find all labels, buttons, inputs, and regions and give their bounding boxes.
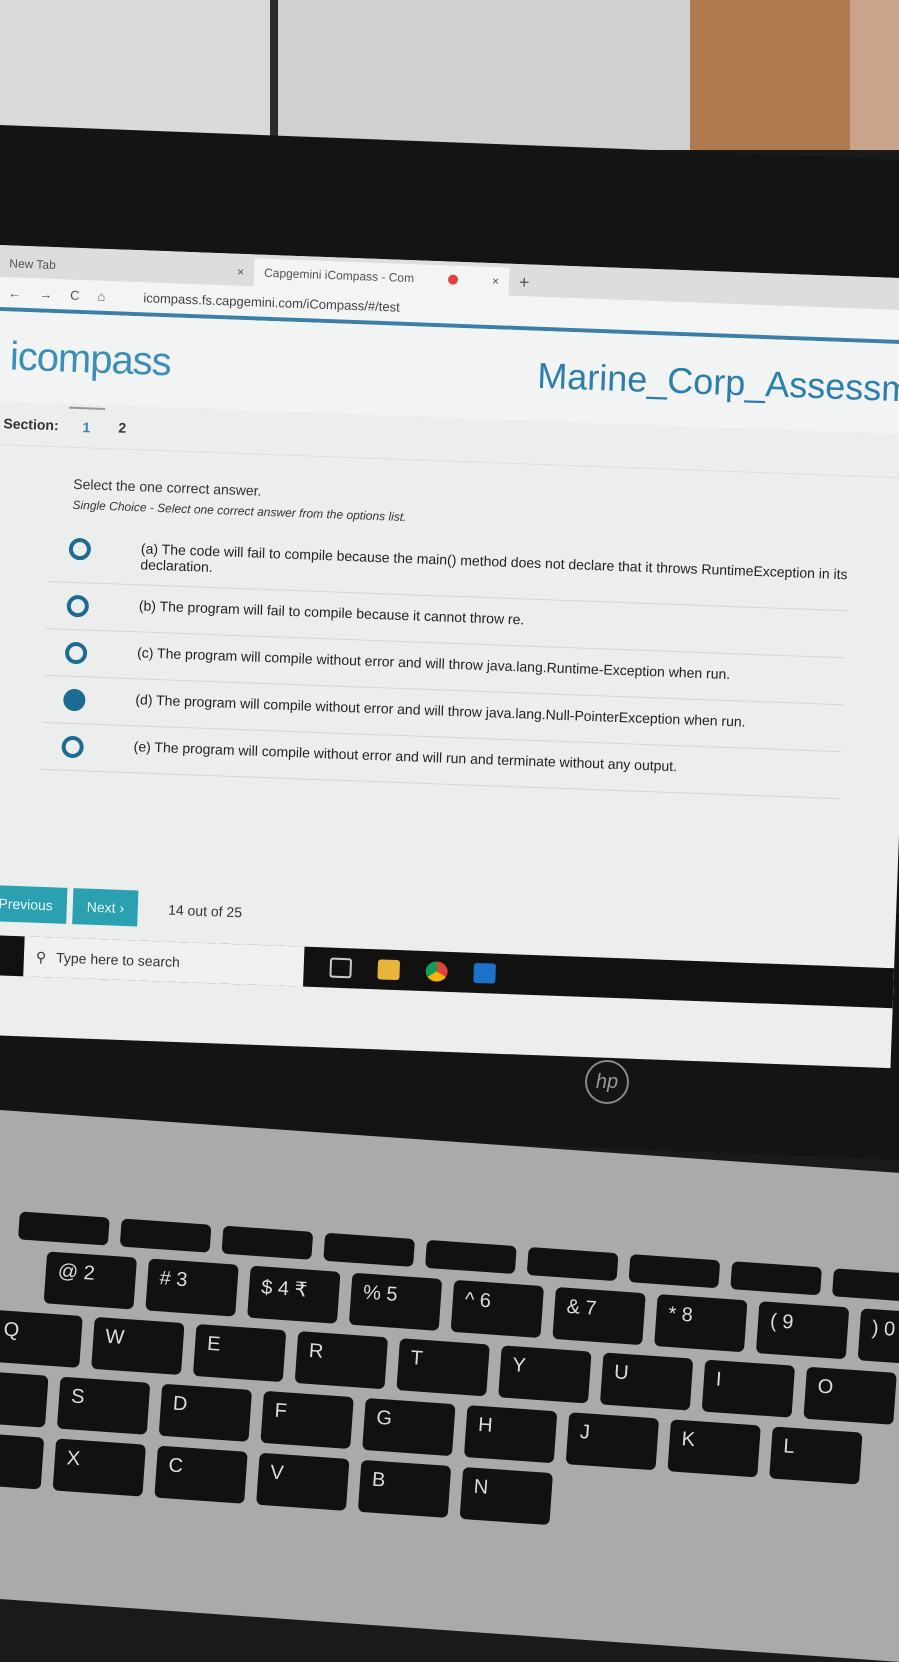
forward-icon[interactable]: → [39, 286, 53, 301]
keyboard-key[interactable]: H [463, 1405, 558, 1464]
keyboard-key[interactable]: G [362, 1397, 456, 1457]
key-f2[interactable] [119, 1218, 212, 1253]
keyboard-key[interactable]: ^ 6 [450, 1279, 545, 1339]
room-background [0, 0, 899, 150]
question-navigation: ‹ Previous Next › 14 out of 25 [0, 884, 243, 931]
close-icon[interactable]: × [237, 265, 245, 279]
tab-title: Capgemini iCompass - Com [263, 265, 415, 286]
question-progress: 14 out of 25 [167, 901, 243, 921]
keyboard-key[interactable]: C [154, 1445, 248, 1504]
keyboard-key[interactable]: T [396, 1338, 490, 1397]
radio-button[interactable] [66, 594, 90, 618]
windows-taskbar: ⚲ Type here to search [0, 934, 895, 1009]
home-icon[interactable]: ⌂ [97, 288, 105, 303]
keyboard-key[interactable]: N [459, 1466, 553, 1526]
keyboard-key[interactable]: Q [0, 1309, 83, 1368]
taskbar-search[interactable]: ⚲ Type here to search [23, 936, 305, 987]
section-tab-1[interactable]: 1 [67, 406, 106, 446]
key-f5[interactable] [425, 1239, 517, 1275]
keyboard-key[interactable]: E [192, 1323, 287, 1383]
keyboard-key[interactable]: O [803, 1366, 897, 1425]
url-field[interactable]: icompass.fs.capgemini.com/iCompass/#/tes… [143, 290, 400, 314]
key-f1[interactable] [17, 1211, 110, 1246]
section-label: Section: [3, 414, 59, 433]
section-tab-2[interactable]: 2 [104, 408, 141, 445]
keyboard-key[interactable]: D [158, 1383, 253, 1442]
keyboard-key[interactable]: % 5 [348, 1272, 443, 1331]
search-icon: ⚲ [35, 948, 47, 965]
search-placeholder: Type here to search [55, 949, 181, 971]
keyboard-key[interactable]: K [667, 1419, 761, 1478]
option-text: (e) The program will compile without err… [133, 738, 678, 775]
tab-title: New Tab [9, 256, 57, 273]
radio-button[interactable] [64, 641, 88, 665]
keyboard-key[interactable]: W [91, 1316, 185, 1376]
keyboard-key[interactable]: ) 0 [857, 1308, 899, 1367]
back-icon[interactable]: ← [8, 285, 22, 300]
key-f9[interactable] [832, 1268, 899, 1303]
keyboard-key[interactable]: Z [0, 1431, 45, 1490]
keyboard-key[interactable]: V [256, 1452, 350, 1511]
task-view-icon[interactable] [329, 957, 353, 979]
key-f6[interactable] [526, 1246, 619, 1282]
keyboard-key[interactable]: A [0, 1369, 49, 1428]
new-tab-button[interactable]: + [508, 268, 540, 297]
keyboard-key[interactable]: U [599, 1352, 694, 1411]
radio-button[interactable] [61, 735, 85, 759]
keyboard-key[interactable]: $ 4 ₹ [247, 1265, 341, 1324]
keyboard-key[interactable]: J [565, 1412, 660, 1471]
hp-logo: hp [585, 1060, 629, 1104]
radio-button-selected[interactable] [62, 688, 86, 712]
recording-icon [447, 274, 459, 285]
options-list: (a) The code will fail to compile becaus… [40, 525, 850, 800]
keyboard-key[interactable]: & 7 [552, 1286, 646, 1346]
page-title: Marine_Corp_Assessment [536, 354, 899, 412]
reload-icon[interactable]: C [70, 287, 80, 302]
keyboard-key[interactable]: F [260, 1390, 354, 1450]
keyboard-key[interactable]: ( 9 [755, 1301, 850, 1360]
keyboard-key[interactable]: # 3 [145, 1258, 239, 1317]
keyboard-key[interactable]: B [357, 1459, 452, 1518]
keyboard-key[interactable]: I [701, 1359, 796, 1418]
key-f7[interactable] [628, 1254, 721, 1289]
key-f8[interactable] [730, 1261, 822, 1296]
keyboard-key[interactable]: R [294, 1331, 389, 1390]
key-f4[interactable] [323, 1232, 415, 1267]
keyboard-key[interactable]: * 8 [654, 1294, 748, 1353]
file-explorer-icon[interactable] [377, 959, 401, 981]
keyboard-key[interactable]: Y [498, 1345, 592, 1404]
next-button[interactable]: Next › [72, 888, 139, 927]
keyboard-key[interactable]: @ 2 [43, 1251, 138, 1310]
outlook-icon[interactable] [473, 962, 496, 984]
close-icon[interactable]: × [492, 274, 500, 288]
option-text: (b) The program will fail to compile bec… [138, 597, 525, 628]
key-f3[interactable] [221, 1225, 314, 1260]
keyboard-key[interactable]: S [56, 1376, 151, 1435]
laptop-screen: New Tab × Capgemini iCompass - Com × + ←… [0, 245, 899, 1069]
option-text: (c) The program will compile without err… [136, 644, 731, 683]
radio-button[interactable] [68, 537, 92, 561]
chrome-icon[interactable] [425, 961, 449, 982]
keyboard-key[interactable]: X [52, 1438, 146, 1497]
icompass-logo: icompass [9, 333, 172, 384]
keyboard-key[interactable]: L [769, 1426, 863, 1485]
previous-button[interactable]: ‹ Previous [0, 884, 68, 924]
